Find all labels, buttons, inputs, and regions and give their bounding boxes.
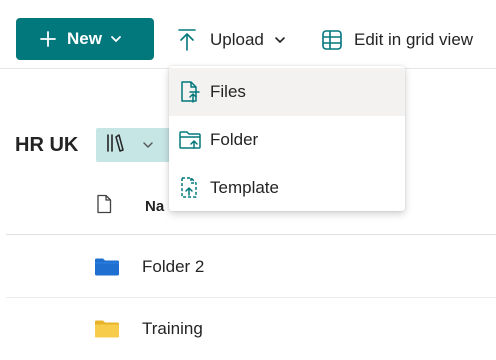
- grid-view-icon: [320, 28, 344, 52]
- list-item[interactable]: Folder 2: [6, 236, 496, 298]
- name-column-header[interactable]: Na: [145, 198, 164, 215]
- upload-icon: [176, 28, 198, 52]
- library-title: HR UK: [15, 134, 79, 156]
- chevron-down-icon: [110, 33, 122, 45]
- upload-button-label: Upload: [210, 30, 264, 49]
- new-button[interactable]: New: [16, 18, 154, 60]
- new-button-label: New: [67, 29, 102, 48]
- view-switcher-button[interactable]: [96, 128, 170, 162]
- file-upload-icon: [178, 80, 202, 104]
- file-type-column-icon[interactable]: [96, 194, 112, 214]
- header-divider: [6, 234, 496, 235]
- template-upload-icon: [178, 176, 202, 200]
- folder-yellow-icon: [94, 320, 120, 338]
- folder-blue-icon: [94, 258, 120, 276]
- list-item[interactable]: Training: [6, 298, 496, 360]
- upload-files-menu-item[interactable]: Files: [169, 68, 405, 116]
- chevron-down-icon: [142, 139, 154, 151]
- upload-folder-menu-item[interactable]: Folder: [169, 116, 405, 164]
- list-item-name[interactable]: Folder 2: [142, 257, 204, 277]
- edit-in-grid-view-label: Edit in grid view: [354, 30, 474, 49]
- command-bar: New Upload Edit in grid view: [0, 0, 496, 69]
- upload-template-label: Template: [210, 178, 279, 197]
- edit-in-grid-view-button[interactable]: Edit in grid view: [320, 22, 473, 58]
- upload-template-menu-item[interactable]: Template: [169, 164, 405, 212]
- upload-files-label: Files: [210, 82, 246, 101]
- upload-button[interactable]: Upload: [176, 22, 286, 58]
- library-view-icon: [106, 133, 128, 158]
- upload-dropdown-menu: Files Folder Template: [169, 66, 405, 211]
- upload-folder-label: Folder: [210, 130, 259, 149]
- list-item-name[interactable]: Training: [142, 319, 203, 339]
- chevron-down-icon: [274, 34, 286, 46]
- folder-upload-icon: [178, 128, 202, 152]
- plus-icon: [38, 29, 58, 49]
